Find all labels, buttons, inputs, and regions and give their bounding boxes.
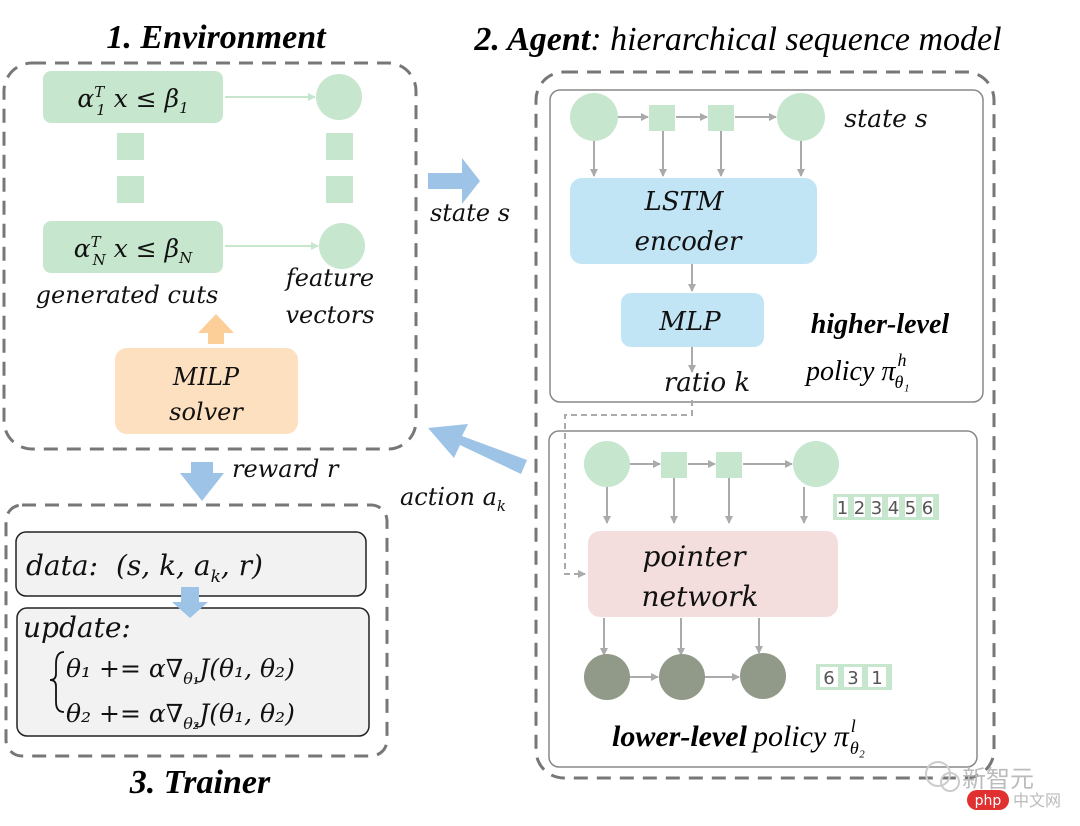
solver-label: solver — [169, 398, 244, 426]
selected-node — [584, 654, 630, 700]
state-node — [661, 452, 687, 478]
index-value: 3 — [847, 668, 858, 689]
network-label: network — [641, 580, 758, 613]
milp-label: MILP — [172, 363, 240, 391]
environment-title: 1. Environment — [106, 19, 327, 56]
state-arrow — [428, 158, 480, 204]
state-node — [708, 105, 734, 131]
watermark-site: 中文网 — [1013, 791, 1061, 810]
feature-node-1 — [316, 74, 362, 120]
index-value: 1 — [837, 498, 848, 519]
state-node — [793, 441, 839, 487]
mlp-label: MLP — [658, 307, 721, 337]
reward-arrow — [180, 462, 224, 501]
state-node — [716, 452, 742, 478]
ellipsis-square — [326, 176, 353, 203]
vectors-label: vectors — [285, 301, 374, 329]
ellipsis-square — [117, 176, 144, 203]
feature-node-n — [319, 223, 365, 269]
feature-label: feature — [284, 264, 374, 292]
ellipsis-square — [326, 133, 353, 160]
data-label: data: (s, k, ak, r) — [26, 549, 263, 587]
watermark: 新智元 php 中文网 — [925, 761, 1061, 810]
higher-policy-label: policy π h θ₁ — [804, 350, 910, 392]
update-rule-2: θ₂ += α∇θ₂J(θ₁, θ₂) — [66, 699, 295, 733]
action-arrow-label: action ak — [400, 483, 506, 515]
higher-state-label: state s — [844, 104, 927, 133]
state-node — [570, 93, 618, 141]
state-node — [649, 105, 675, 131]
index-value: 2 — [854, 498, 865, 519]
php-badge-text: php — [975, 793, 1002, 809]
ellipsis-square — [117, 133, 144, 160]
watermark-brand: 新智元 — [962, 765, 1034, 793]
agent-title: 2. Agent: hierarchical sequence model — [473, 21, 1001, 58]
encoder-label: encoder — [635, 227, 743, 257]
lower-policy-label: lower-level policy π l θ₂ — [612, 716, 865, 758]
reward-arrow-label: reward r — [232, 455, 340, 483]
ratio-label: ratio k — [664, 368, 750, 398]
generated-cuts-label: generated cuts — [36, 281, 219, 309]
index-value: 6 — [922, 498, 933, 519]
index-value: 6 — [823, 668, 834, 689]
state-node — [777, 93, 825, 141]
selected-node — [659, 654, 705, 700]
update-label: update: — [23, 611, 131, 644]
output-index-strip: 631 — [816, 664, 892, 690]
index-value: 1 — [871, 668, 882, 689]
lstm-label: LSTM — [643, 187, 724, 217]
diagram-canvas: 1. Environment αT 1 x ≤ β1 αT N x ≤ βN gen… — [2, 19, 1061, 810]
index-value: 4 — [888, 498, 899, 519]
state-node — [584, 441, 630, 487]
index-value: 3 — [871, 498, 882, 519]
index-value: 5 — [905, 498, 916, 519]
trainer-title: 3. Trainer — [129, 764, 271, 801]
solver-up-arrow — [198, 314, 234, 344]
input-index-strip: 123456 — [833, 494, 939, 520]
pointer-label: pointer — [643, 540, 748, 573]
action-arrow — [428, 424, 527, 474]
update-rule-1: θ₁ += α∇θ₁J(θ₁, θ₂) — [66, 654, 295, 688]
higher-level-label: higher-level — [811, 309, 950, 340]
selected-node — [740, 653, 786, 699]
state-arrow-label: state s — [430, 199, 510, 227]
